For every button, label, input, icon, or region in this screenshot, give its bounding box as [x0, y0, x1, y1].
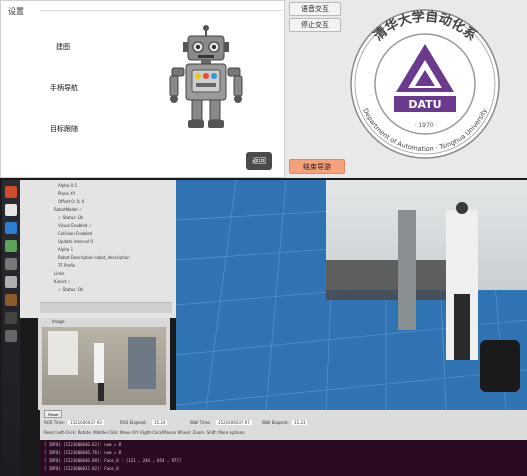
tree-row: Collision Enabled — [58, 231, 93, 236]
tree-row: Kinect ✓ — [54, 279, 72, 284]
tree-row: Plane XY — [58, 191, 76, 196]
wall-elapsed-value[interactable]: 15.23 — [292, 420, 308, 425]
tree-row: Robot Description robot_description — [58, 255, 130, 260]
launcher-icon[interactable] — [5, 204, 17, 216]
tree-row: ✓ Status: Ok — [58, 287, 84, 292]
tree-row: Offset 0; 0; 0 — [58, 199, 85, 204]
launcher-icon[interactable] — [5, 312, 17, 324]
robot-model — [480, 340, 520, 392]
camera-image-panel: Image — [38, 318, 170, 410]
launcher-icon[interactable] — [5, 240, 17, 252]
map-button[interactable]: 建图 — [52, 40, 74, 54]
terminal-line: [ INFO] [1521606036.62]: num = 0 — [44, 442, 122, 447]
terminal-line: [ INFO] [1521606037.02]: Face_0 — [44, 466, 119, 471]
tree-row: RobotModel ✓ — [54, 207, 83, 212]
datu-seal-logo: 清华大学自动化系 Department of Automation · Tsin… — [350, 9, 500, 159]
robot-icon — [169, 25, 243, 128]
back-button[interactable]: 返回 — [246, 152, 272, 170]
tree-row: Alpha 1 — [58, 247, 74, 252]
tree-row: ✓ Status: Ok — [58, 215, 84, 220]
seal-year: · 1970 · — [414, 122, 438, 129]
status-hint: Reset Left-Click: Rotate. Middle-Click: … — [44, 430, 246, 435]
ros-elapsed-value[interactable]: 15.24 — [152, 420, 168, 425]
ubuntu-launcher — [2, 180, 20, 476]
terminal-line: [ INFO] [1521606036.76]: num = 0 — [44, 450, 122, 455]
ros-elapsed-label: ROS Elapsed: — [120, 420, 147, 425]
3d-viewport[interactable] — [176, 180, 527, 410]
launcher-icon[interactable] — [5, 294, 17, 306]
launcher-icon[interactable] — [5, 258, 17, 270]
tree-row: Links — [54, 271, 65, 276]
seal-center-text: DATU — [408, 98, 441, 111]
time-panel: Reset ROS Time: 1521606037.93 ROS Elapse… — [40, 410, 527, 440]
launcher-icon[interactable] — [5, 222, 17, 234]
camera-feed — [42, 327, 166, 405]
panel-buttons-bar[interactable] — [40, 302, 172, 313]
point-cloud-desk — [326, 260, 446, 300]
tree-row: Alpha 0.5 — [58, 183, 78, 188]
launcher-icon[interactable] — [5, 330, 17, 342]
launcher-icon[interactable] — [5, 186, 17, 198]
title-divider — [40, 10, 282, 11]
point-cloud-person — [446, 202, 478, 360]
wall-elapsed-label: Wall Elapsed: — [262, 420, 289, 425]
tree-row: Visual Enabled ✓ — [58, 223, 92, 228]
terminal-line: [ INFO] [1521606036.89]: Face_0 : [121 ,… — [44, 458, 182, 463]
wall-time-label: Wall Time: — [190, 420, 211, 425]
ros-time-value[interactable]: 1521606037.93 — [68, 420, 104, 425]
rviz-displays-panel[interactable]: Alpha 0.5 Plane XY Offset 0; 0; 0 RobotM… — [20, 180, 176, 318]
handle-nav-button[interactable]: 手柄导航 — [46, 81, 82, 95]
wall-time-value[interactable]: 1521606037.97 — [216, 420, 252, 425]
ros-time-label: ROS Time: — [44, 420, 65, 425]
point-cloud-cabinet — [398, 210, 416, 330]
camera-panel-title: Image — [52, 319, 65, 324]
launcher-icon[interactable] — [5, 276, 17, 288]
end-guide-button[interactable]: 结束导游 — [289, 159, 345, 174]
terminal-window[interactable]: [ INFO] [1521606036.62]: num = 0 [ INFO]… — [40, 440, 527, 476]
reset-button[interactable]: Reset — [44, 410, 63, 418]
settings-title: 设置 — [8, 7, 24, 16]
tree-row: Update Interval 0 — [58, 239, 93, 244]
target-follow-button[interactable]: 目标跟随 — [46, 122, 82, 136]
tree-row: TF Prefix — [58, 263, 76, 268]
